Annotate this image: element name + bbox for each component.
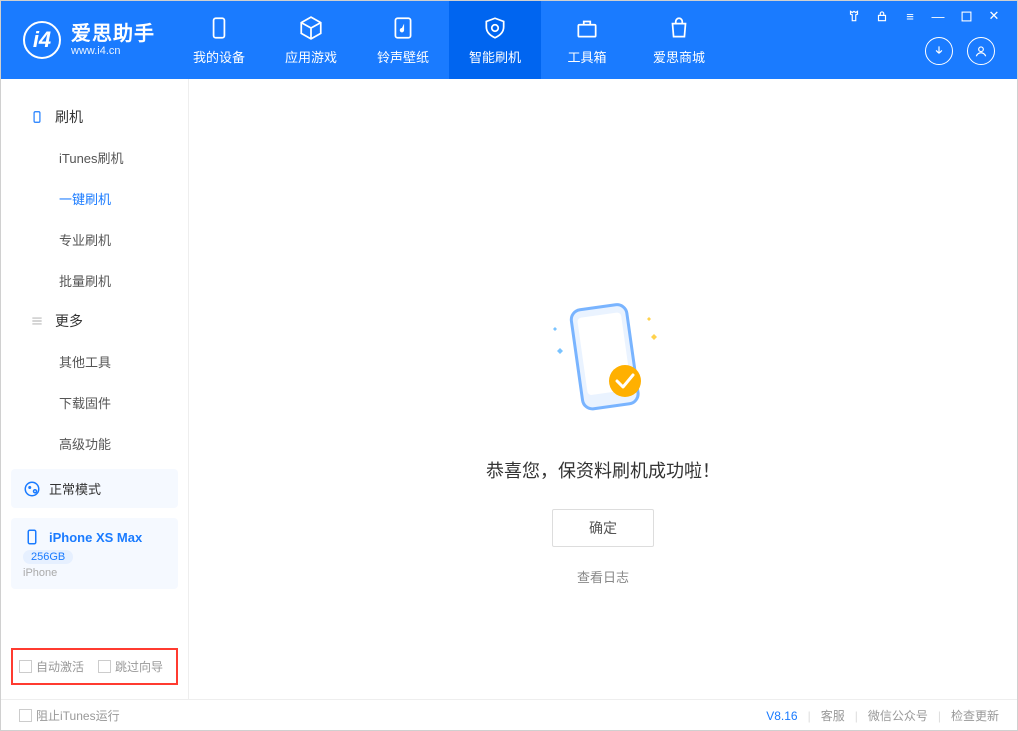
- maximize-button[interactable]: [959, 9, 973, 23]
- nav-my-device[interactable]: 我的设备: [173, 1, 265, 79]
- device-icon: [23, 528, 41, 546]
- list-icon: [29, 313, 45, 329]
- bag-icon: [666, 15, 692, 41]
- minimize-button[interactable]: —: [931, 9, 945, 23]
- header: i4 爱思助手 www.i4.cn 我的设备 应用游戏 铃声壁纸 智能刷机 工具…: [1, 1, 1017, 79]
- separator: |: [808, 709, 811, 723]
- wechat-link[interactable]: 微信公众号: [868, 707, 928, 724]
- device-card[interactable]: iPhone XS Max 256GB iPhone: [11, 518, 178, 589]
- mode-icon: [23, 480, 41, 498]
- cube-icon: [298, 15, 324, 41]
- window-controls: ≡ — ✕: [847, 9, 1001, 23]
- mode-label: 正常模式: [49, 479, 101, 498]
- sidebar-item-other-tools[interactable]: 其他工具: [1, 341, 188, 382]
- checkbox-block-itunes[interactable]: 阻止iTunes运行: [19, 707, 120, 724]
- logo-icon: i4: [23, 21, 61, 59]
- logo-area: i4 爱思助手 www.i4.cn: [1, 1, 173, 79]
- check-update-link[interactable]: 检查更新: [951, 707, 999, 724]
- nav-apps-games[interactable]: 应用游戏: [265, 1, 357, 79]
- body: 刷机 iTunes刷机 一键刷机 专业刷机 批量刷机 更多 其他工具 下载固件 …: [1, 79, 1017, 699]
- nav-label: 我的设备: [193, 47, 245, 66]
- mode-card[interactable]: 正常模式: [11, 469, 178, 508]
- success-panel: 恭喜您，保资料刷机成功啦！ 确定 查看日志: [486, 289, 720, 586]
- sidebar-item-pro-flash[interactable]: 专业刷机: [1, 219, 188, 260]
- sidebar-group-title: 刷机: [55, 107, 83, 127]
- device-name: iPhone XS Max: [49, 530, 142, 545]
- nav-label: 智能刷机: [469, 47, 521, 66]
- nav-store[interactable]: 爱思商城: [633, 1, 725, 79]
- header-right-buttons: [925, 37, 995, 65]
- lock-icon[interactable]: [875, 9, 889, 23]
- checkbox-auto-activate[interactable]: 自动激活: [19, 658, 84, 675]
- footer-right: V8.16 | 客服 | 微信公众号 | 检查更新: [766, 707, 999, 724]
- sidebar: 刷机 iTunes刷机 一键刷机 专业刷机 批量刷机 更多 其他工具 下载固件 …: [1, 79, 189, 699]
- auto-activate-label: 自动激活: [36, 660, 84, 674]
- footer: 阻止iTunes运行 V8.16 | 客服 | 微信公众号 | 检查更新: [1, 699, 1017, 731]
- sidebar-group-more: 更多: [1, 301, 188, 341]
- device-icon: [206, 15, 232, 41]
- success-title: 恭喜您，保资料刷机成功啦！: [486, 457, 720, 483]
- device-storage: 256GB: [23, 550, 73, 564]
- version-label: V8.16: [766, 709, 797, 723]
- refresh-shield-icon: [482, 15, 508, 41]
- support-link[interactable]: 客服: [821, 707, 845, 724]
- sidebar-group-flash: 刷机: [1, 97, 188, 137]
- device-area: 正常模式 iPhone XS Max 256GB iPhone: [11, 469, 178, 599]
- menu-icon[interactable]: ≡: [903, 9, 917, 23]
- sidebar-item-download-firmware[interactable]: 下载固件: [1, 382, 188, 423]
- sidebar-item-oneclick-flash[interactable]: 一键刷机: [1, 178, 188, 219]
- nav-ringtone-wallpaper[interactable]: 铃声壁纸: [357, 1, 449, 79]
- footer-left: 阻止iTunes运行: [19, 707, 120, 724]
- nav-label: 工具箱: [567, 47, 606, 66]
- toolbox-icon: [574, 15, 600, 41]
- sidebar-item-advanced[interactable]: 高级功能: [1, 423, 188, 464]
- skip-guide-label: 跳过向导: [115, 660, 163, 674]
- nav-label: 铃声壁纸: [377, 47, 429, 66]
- nav-label: 应用游戏: [285, 47, 337, 66]
- separator: |: [855, 709, 858, 723]
- download-button[interactable]: [925, 37, 953, 65]
- ok-button[interactable]: 确定: [552, 509, 654, 547]
- music-file-icon: [390, 15, 416, 41]
- app-name-cn: 爱思助手: [71, 23, 155, 45]
- nav-tabs: 我的设备 应用游戏 铃声壁纸 智能刷机 工具箱 爱思商城: [173, 1, 725, 79]
- nav-label: 爱思商城: [653, 47, 705, 66]
- block-itunes-label: 阻止iTunes运行: [36, 709, 120, 723]
- checkbox-skip-guide[interactable]: 跳过向导: [98, 658, 163, 675]
- sidebar-group-title: 更多: [55, 311, 83, 331]
- shirt-icon[interactable]: [847, 9, 861, 23]
- close-button[interactable]: ✕: [987, 9, 1001, 23]
- separator: |: [938, 709, 941, 723]
- success-illustration: [523, 289, 683, 429]
- nav-smart-flash[interactable]: 智能刷机: [449, 1, 541, 79]
- bottom-options-highlight: 自动激活 跳过向导: [11, 648, 178, 685]
- app-name-en: www.i4.cn: [71, 45, 155, 57]
- main-content: 恭喜您，保资料刷机成功啦！ 确定 查看日志: [189, 79, 1017, 699]
- phone-icon: [29, 109, 45, 125]
- user-button[interactable]: [967, 37, 995, 65]
- sidebar-item-batch-flash[interactable]: 批量刷机: [1, 260, 188, 301]
- sidebar-item-itunes-flash[interactable]: iTunes刷机: [1, 137, 188, 178]
- view-log-link[interactable]: 查看日志: [486, 567, 720, 586]
- device-type: iPhone: [23, 567, 166, 579]
- nav-toolbox[interactable]: 工具箱: [541, 1, 633, 79]
